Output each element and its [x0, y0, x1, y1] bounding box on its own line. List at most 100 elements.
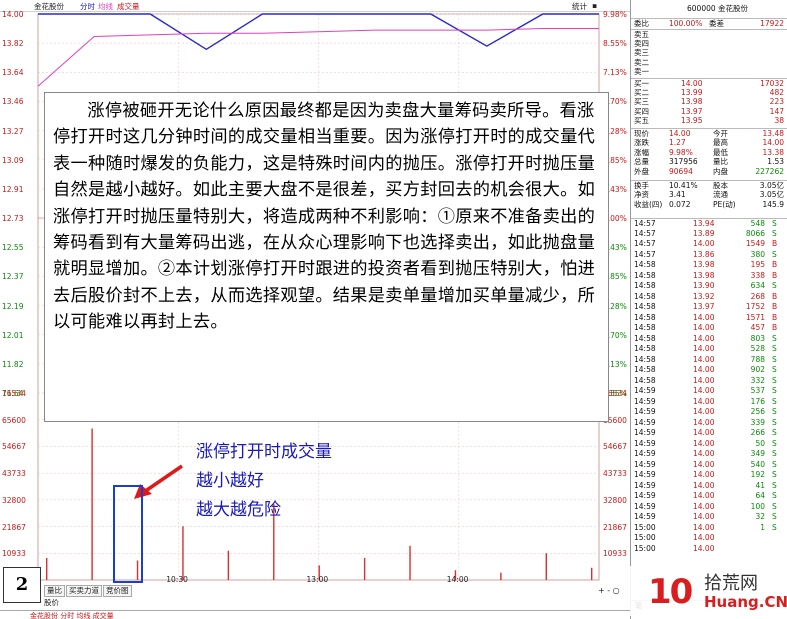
tick-time: 15:00 — [634, 543, 656, 553]
pct-tick-label: 9.98% — [603, 10, 627, 19]
zoom-buttons[interactable]: + - ○ — [598, 586, 620, 595]
tick-row: 15:00 14.00 1 S — [631, 523, 787, 532]
tick-direction: S — [772, 333, 777, 343]
tick-volume: 1549 — [745, 239, 765, 248]
stat-value: 3.41 — [669, 189, 686, 199]
tick-price: 14.00 — [693, 512, 715, 521]
tick-row: 14:59 14.00 192 S — [631, 470, 787, 479]
tick-direction: S — [772, 396, 777, 406]
tick-row: 14:58 14.00 803 S — [631, 334, 787, 343]
stat-row: 换手 10.41% 股本 3.05亿 — [631, 180, 787, 190]
volume-bar — [363, 558, 366, 580]
volume-tick-label: 21867 — [2, 522, 26, 532]
stat-label: 外盘 — [634, 167, 649, 177]
tick-row: 14:58 14.00 788 S — [631, 355, 787, 364]
time-tick-label: 13:00 — [306, 575, 329, 584]
tick-volume: 788 — [750, 354, 765, 364]
tab-volume-ratio[interactable]: 量比 — [44, 585, 65, 597]
stats-button[interactable]: 统计 — [572, 1, 587, 12]
price-tab[interactable]: 股价 — [44, 597, 59, 608]
tick-time: 14:59 — [634, 396, 656, 406]
volume-tick-label: 43733 — [2, 469, 26, 479]
tick-volume: 100 — [750, 501, 765, 511]
tick-time: 14:58 — [634, 270, 656, 280]
tab-intraday[interactable]: 分时 — [80, 1, 95, 12]
tick-row: 15:00 14.00 — [631, 533, 787, 542]
tick-time: 15:00 — [634, 522, 656, 532]
stat-value-2: 3.05亿 — [759, 181, 784, 190]
tick-row: 14:58 13.92 268 B — [631, 292, 787, 301]
tick-price: 14.00 — [693, 459, 715, 469]
tick-row: 14:58 14.00 528 S — [631, 344, 787, 353]
price-tick-label: 12.01 — [2, 330, 24, 340]
tick-row: 14:58 14.00 457 B — [631, 323, 787, 332]
tick-direction: S — [772, 228, 777, 238]
buy-volume: 38 — [774, 116, 784, 126]
tick-row: 14:59 14.00 100 S — [631, 502, 787, 511]
avg-price-line — [37, 28, 599, 87]
tick-volume: 8066 — [745, 228, 765, 238]
weibi-label: 委比 — [634, 19, 649, 28]
tick-price: 14.00 — [693, 480, 715, 490]
volume-bar — [227, 550, 230, 580]
tick-row: 14:58 13.90 634 S — [631, 281, 787, 290]
volume-highlight-box — [113, 485, 143, 583]
price-tick-label: 12.19 — [2, 301, 24, 311]
buy-level-label: 买五 — [634, 116, 649, 126]
tick-row: 14:59 14.00 176 S — [631, 397, 787, 406]
stat-label: 涨跌 — [634, 137, 649, 147]
stat-label: 净资 — [634, 189, 649, 199]
tick-time: 14:57 — [634, 249, 656, 259]
tick-time: 14:59 — [634, 512, 656, 521]
tick-volume: 41 — [755, 480, 765, 490]
tick-direction: B — [772, 270, 778, 280]
tick-row: 14:58 14.00 1571 B — [631, 313, 787, 322]
price-tick-label: 11.82 — [2, 359, 24, 369]
stat-label: 收益(四) — [634, 199, 663, 209]
price-tick-label: 12.73 — [2, 214, 24, 224]
tick-volume: 634 — [750, 281, 765, 290]
watermark-logo: 10 — [648, 572, 693, 612]
tab-auction[interactable]: 竞价图 — [103, 585, 132, 597]
chart-toolbar: 金花股份 分时 均线 成交量 统计 ▪ — [0, 0, 630, 12]
callout-line-2: 越小越好 — [196, 471, 264, 491]
tick-row: 14:59 14.00 50 S — [631, 439, 787, 448]
time-tick-label: 14:00 — [446, 575, 469, 584]
tick-time: 14:57 — [634, 228, 656, 238]
sell-level-label: 卖三 — [634, 48, 649, 58]
tick-volume: 1571 — [745, 312, 765, 322]
stat-value: 9.98% — [669, 147, 693, 157]
tick-price: 14.00 — [693, 543, 715, 553]
tab-volume[interactable]: 成交量 — [117, 1, 140, 12]
price-tick-label: 12.91 — [2, 184, 24, 194]
tick-volume: 268 — [750, 291, 765, 301]
buy-level-label: 买四 — [634, 106, 649, 116]
tick-volume: 457 — [750, 323, 765, 332]
tick-time: 14:59 — [634, 438, 656, 448]
tick-price: 14.00 — [693, 470, 715, 479]
tick-time: 14:58 — [634, 291, 656, 301]
stat-value: 0.072 — [669, 199, 691, 209]
tick-time: 14:59 — [634, 417, 656, 427]
buy-level-label: 买三 — [634, 97, 649, 107]
stat-label: 涨幅 — [634, 147, 649, 157]
tick-price: 13.98 — [693, 270, 715, 280]
tick-row: 15:00 14.00 — [631, 544, 787, 553]
stats-toggle-icon[interactable]: ▪ — [592, 1, 597, 10]
sell-row: 卖一 — [631, 67, 787, 76]
tab-avg-line[interactable]: 均线 — [98, 1, 113, 12]
stat-value-2: 1.53 — [767, 157, 784, 167]
buy-row: 买一 14.00 17032 — [631, 78, 787, 88]
tick-volume: 50 — [755, 438, 765, 448]
tick-time: 14:58 — [634, 333, 656, 343]
buy-row: 买五 13.95 38 — [631, 116, 787, 125]
indicator-tabs: 量比 买卖力道 竞价图 — [44, 585, 133, 597]
tab-buy-sell-power[interactable]: 买卖力道 — [66, 585, 102, 597]
price-tick-label: 13.64 — [2, 68, 24, 78]
stat-value: 10.41% — [669, 181, 698, 190]
tick-row: 14:58 13.98 338 B — [631, 271, 787, 280]
tick-price: 14.00 — [693, 491, 715, 500]
stat-label-2: 内盘 — [713, 167, 728, 177]
tick-time: 14:59 — [634, 459, 656, 469]
callout-line-3: 越大越危险 — [196, 500, 281, 520]
